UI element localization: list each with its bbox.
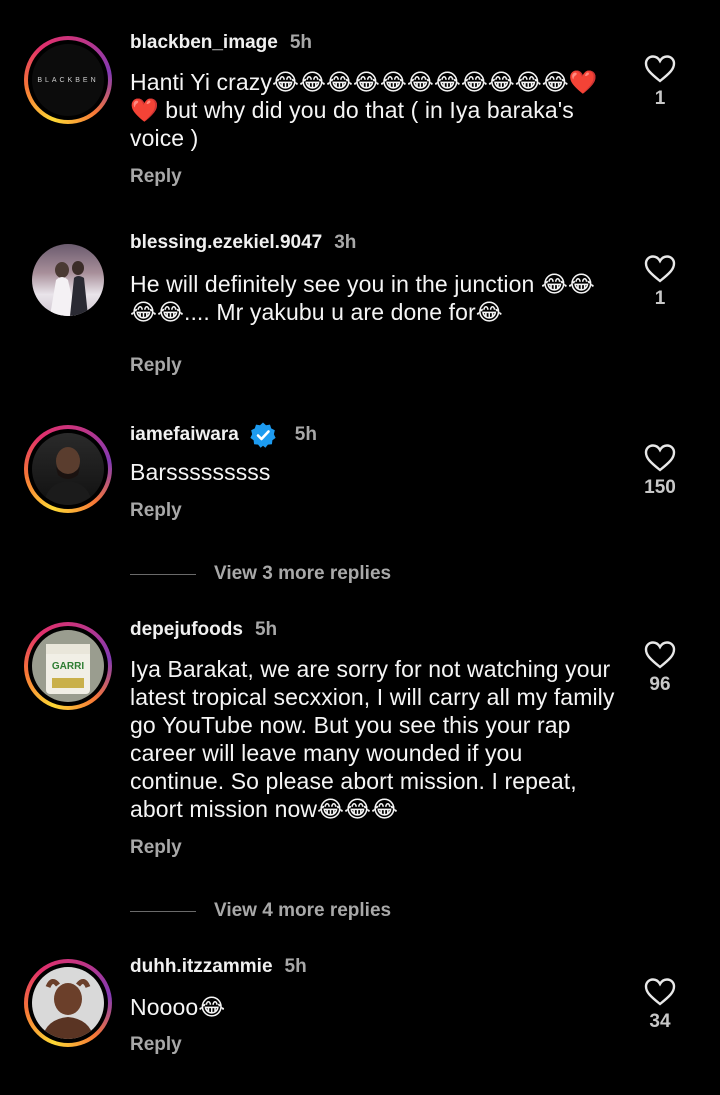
- timestamp: 3h: [334, 232, 357, 253]
- avatar-photo: [42, 979, 94, 1039]
- avatar[interactable]: [24, 959, 112, 1047]
- view-more-replies-button[interactable]: View 3 more replies: [130, 563, 391, 585]
- like-button[interactable]: 34: [630, 977, 690, 1033]
- like-button[interactable]: 96: [630, 640, 690, 696]
- username[interactable]: iamefaiwara: [130, 424, 239, 446]
- comment-meta: iamefaiwara 5h: [130, 421, 317, 449]
- heart-icon: [644, 55, 676, 83]
- reply-button[interactable]: Reply: [130, 355, 182, 377]
- reply-button[interactable]: Reply: [130, 837, 182, 859]
- avatar-logo-text: BLACKBEN: [37, 76, 99, 84]
- comment-meta: duhh.itzzammie 5h: [130, 956, 307, 978]
- timestamp: 5h: [294, 424, 317, 445]
- like-button[interactable]: 1: [630, 54, 690, 110]
- timestamp: 5h: [289, 32, 313, 53]
- comment-meta: blessing.ezekiel.9047 3h: [130, 232, 356, 254]
- comment-text: Hanti Yi crazy😂😂😂😂😂😂😂😂😂😂😂❤️❤️ but why di…: [130, 69, 598, 151]
- view-more-replies-button[interactable]: View 4 more replies: [130, 900, 391, 922]
- avatar-photo: [50, 261, 88, 316]
- avatar[interactable]: [24, 425, 112, 513]
- like-count: 34: [649, 1011, 671, 1032]
- verified-badge-icon: [250, 422, 276, 448]
- like-count: 1: [654, 88, 666, 109]
- like-button[interactable]: 1: [630, 254, 690, 310]
- comment-text: Iya Barakat, we are sorry for not watchi…: [130, 656, 615, 822]
- comment-text: He will definitely see you in the juncti…: [130, 271, 595, 325]
- like-count: 1: [654, 288, 666, 309]
- view-more-replies-label: View 4 more replies: [214, 900, 392, 921]
- comment-text: Noooo😂: [130, 994, 226, 1020]
- timestamp: 5h: [284, 956, 307, 977]
- username[interactable]: blackben_image: [130, 32, 278, 54]
- comment-meta: depejufoods 5h: [130, 619, 277, 641]
- avatar-product-text: GARRI: [51, 660, 85, 672]
- divider-line: [130, 910, 196, 912]
- heart-icon: [644, 444, 676, 472]
- reply-button[interactable]: Reply: [130, 500, 182, 522]
- avatar[interactable]: GARRI: [24, 622, 112, 710]
- like-count: 96: [649, 674, 671, 695]
- reply-button[interactable]: Reply: [130, 1034, 182, 1056]
- divider-line: [130, 573, 196, 575]
- username[interactable]: depejufoods: [130, 619, 243, 641]
- heart-icon: [644, 641, 676, 669]
- comment-text: Barsssssssss: [130, 459, 271, 485]
- reply-button[interactable]: Reply: [130, 166, 182, 188]
- timestamp: 5h: [254, 619, 278, 640]
- avatar-photo: [44, 447, 92, 505]
- heart-icon: [644, 978, 676, 1006]
- username[interactable]: duhh.itzzammie: [130, 956, 273, 978]
- like-count: 150: [644, 477, 676, 498]
- comment-meta: blackben_image 5h: [130, 32, 312, 54]
- avatar[interactable]: [24, 236, 112, 324]
- username[interactable]: blessing.ezekiel.9047: [130, 232, 322, 254]
- view-more-replies-label: View 3 more replies: [214, 563, 392, 584]
- like-button[interactable]: 150: [630, 443, 690, 499]
- heart-icon: [644, 255, 676, 283]
- avatar[interactable]: BLACKBEN: [24, 36, 112, 124]
